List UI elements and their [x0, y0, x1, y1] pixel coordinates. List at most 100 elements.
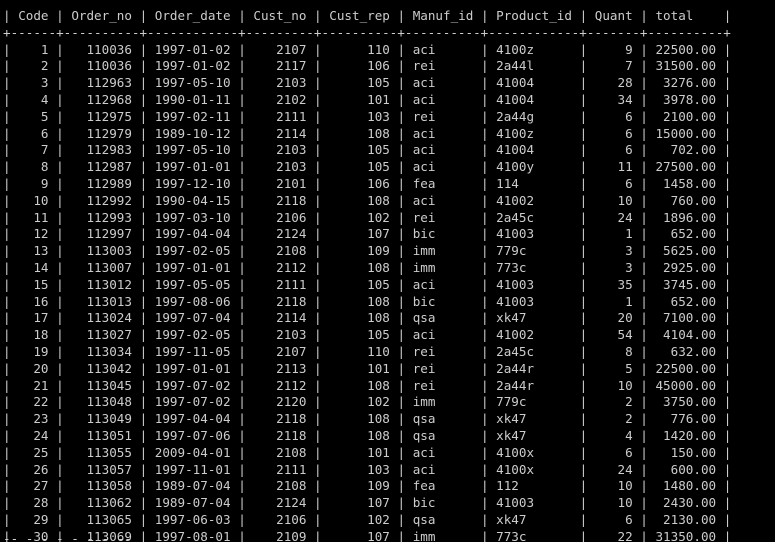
cell-product-id: 2a44l: [496, 58, 572, 74]
column-divider: |: [640, 259, 648, 275]
column-divider: |: [480, 159, 489, 175]
cell-product-id: 112: [496, 478, 572, 494]
column-divider: |: [397, 41, 406, 57]
cell-cust-no: 2111: [253, 461, 307, 477]
cell-code: 20: [18, 360, 49, 376]
column-divider: |: [238, 159, 246, 175]
column-divider: |: [480, 444, 489, 460]
column-divider: |: [579, 142, 588, 158]
table-row: | 24 | 113051 | 1997-07-06 | 2118 | 108 …: [3, 428, 731, 445]
column-divider: |: [56, 192, 64, 208]
cell-manuf-id: fea: [412, 478, 474, 494]
column-header-manuf-id: Manuf_id: [412, 8, 474, 23]
cell-code: 10: [18, 192, 49, 208]
cell-cust-no: 2118: [253, 427, 307, 443]
cell-manuf-id: aci: [412, 75, 474, 91]
cell-quant: 6: [594, 125, 633, 141]
cell-manuf-id: qsa: [412, 411, 474, 427]
column-divider: |: [238, 495, 246, 511]
cell-product-id: xk47: [496, 411, 572, 427]
column-divider: |: [480, 243, 489, 259]
column-divider: |: [723, 495, 732, 511]
column-divider: |: [314, 343, 322, 359]
column-divider: |: [640, 58, 648, 74]
cell-total: 2430.00: [655, 495, 717, 511]
column-divider: |: [139, 293, 148, 309]
column-divider: |: [314, 528, 322, 542]
cell-product-id: 2a44g: [496, 108, 572, 124]
column-divider: |: [397, 360, 406, 376]
cell-order-date: 1997-01-01: [154, 259, 231, 275]
cell-order-no: 113065: [71, 511, 132, 527]
column-divider: |: [139, 511, 148, 527]
cell-cust-rep: 103: [329, 461, 390, 477]
cell-product-id: 773c: [496, 528, 572, 542]
cell-manuf-id: aci: [412, 142, 474, 158]
cell-product-id: 2a44r: [496, 360, 572, 376]
table-row: | 27 | 113058 | 1989-07-04 | 2108 | 109 …: [3, 478, 731, 495]
column-divider: |: [3, 226, 11, 242]
column-divider: |: [314, 192, 322, 208]
column-divider: |: [3, 495, 11, 511]
column-divider: |: [480, 427, 489, 443]
column-divider: |: [723, 293, 732, 309]
column-divider: |: [640, 75, 648, 91]
column-divider: |: [56, 243, 64, 259]
column-divider: |: [397, 276, 406, 292]
column-divider: |: [3, 192, 11, 208]
column-divider: |: [56, 310, 64, 326]
column-divider: |: [3, 41, 11, 57]
column-divider: |: [723, 394, 732, 410]
cell-quant: 1: [594, 293, 633, 309]
column-divider: |: [56, 209, 64, 225]
cell-cust-no: 2120: [253, 394, 307, 410]
cell-cust-no: 2118: [253, 192, 307, 208]
cell-total: 1458.00: [655, 175, 717, 191]
column-divider: |: [314, 259, 322, 275]
cell-code: 6: [18, 125, 49, 141]
column-divider: |: [139, 243, 148, 259]
cell-product-id: 2a45c: [496, 343, 572, 359]
cell-quant: 8: [594, 343, 633, 359]
cell-manuf-id: imm: [412, 394, 474, 410]
column-divider: |: [3, 511, 11, 527]
cell-cust-no: 2106: [253, 511, 307, 527]
column-divider: |: [640, 41, 648, 57]
cell-total: 45000.00: [655, 377, 717, 393]
column-divider: |: [397, 192, 406, 208]
column-divider: |: [139, 427, 148, 443]
cell-cust-rep: 101: [329, 91, 390, 107]
terminal-window[interactable]: | Code | Order_no | Order_date | Cust_no…: [0, 0, 775, 542]
column-divider: |: [640, 175, 648, 191]
cell-order-date: 1997-07-02: [154, 377, 231, 393]
cell-cust-rep: 105: [329, 159, 390, 175]
cell-code: 14: [18, 259, 49, 275]
cell-order-no: 112963: [71, 75, 132, 91]
column-divider: |: [579, 444, 588, 460]
cell-order-no: 113049: [71, 411, 132, 427]
column-divider: |: [723, 175, 732, 191]
column-divider: |: [238, 226, 246, 242]
column-divider: |: [723, 411, 732, 427]
column-divider: |: [139, 377, 148, 393]
column-divider: |: [640, 108, 648, 124]
cell-cust-no: 2103: [253, 75, 307, 91]
column-divider: |: [56, 411, 64, 427]
table-row: | 10 | 112992 | 1990-04-15 | 2118 | 108 …: [3, 193, 731, 210]
cell-cust-rep: 110: [329, 343, 390, 359]
cell-cust-no: 2118: [253, 293, 307, 309]
cell-product-id: 4100z: [496, 125, 572, 141]
cell-order-no: 112968: [71, 91, 132, 107]
cell-total: 1480.00: [655, 478, 717, 494]
cell-order-date: 1997-08-06: [154, 293, 231, 309]
cell-quant: 7: [594, 58, 633, 74]
column-divider: |: [238, 276, 246, 292]
cell-quant: 9: [594, 41, 633, 57]
cell-cust-no: 2108: [253, 478, 307, 494]
cell-manuf-id: fea: [412, 175, 474, 191]
column-divider: |: [3, 276, 11, 292]
column-divider: |: [238, 478, 246, 494]
cell-product-id: 2a45c: [496, 209, 572, 225]
column-divider: |: [723, 91, 732, 107]
column-divider: |: [314, 276, 322, 292]
